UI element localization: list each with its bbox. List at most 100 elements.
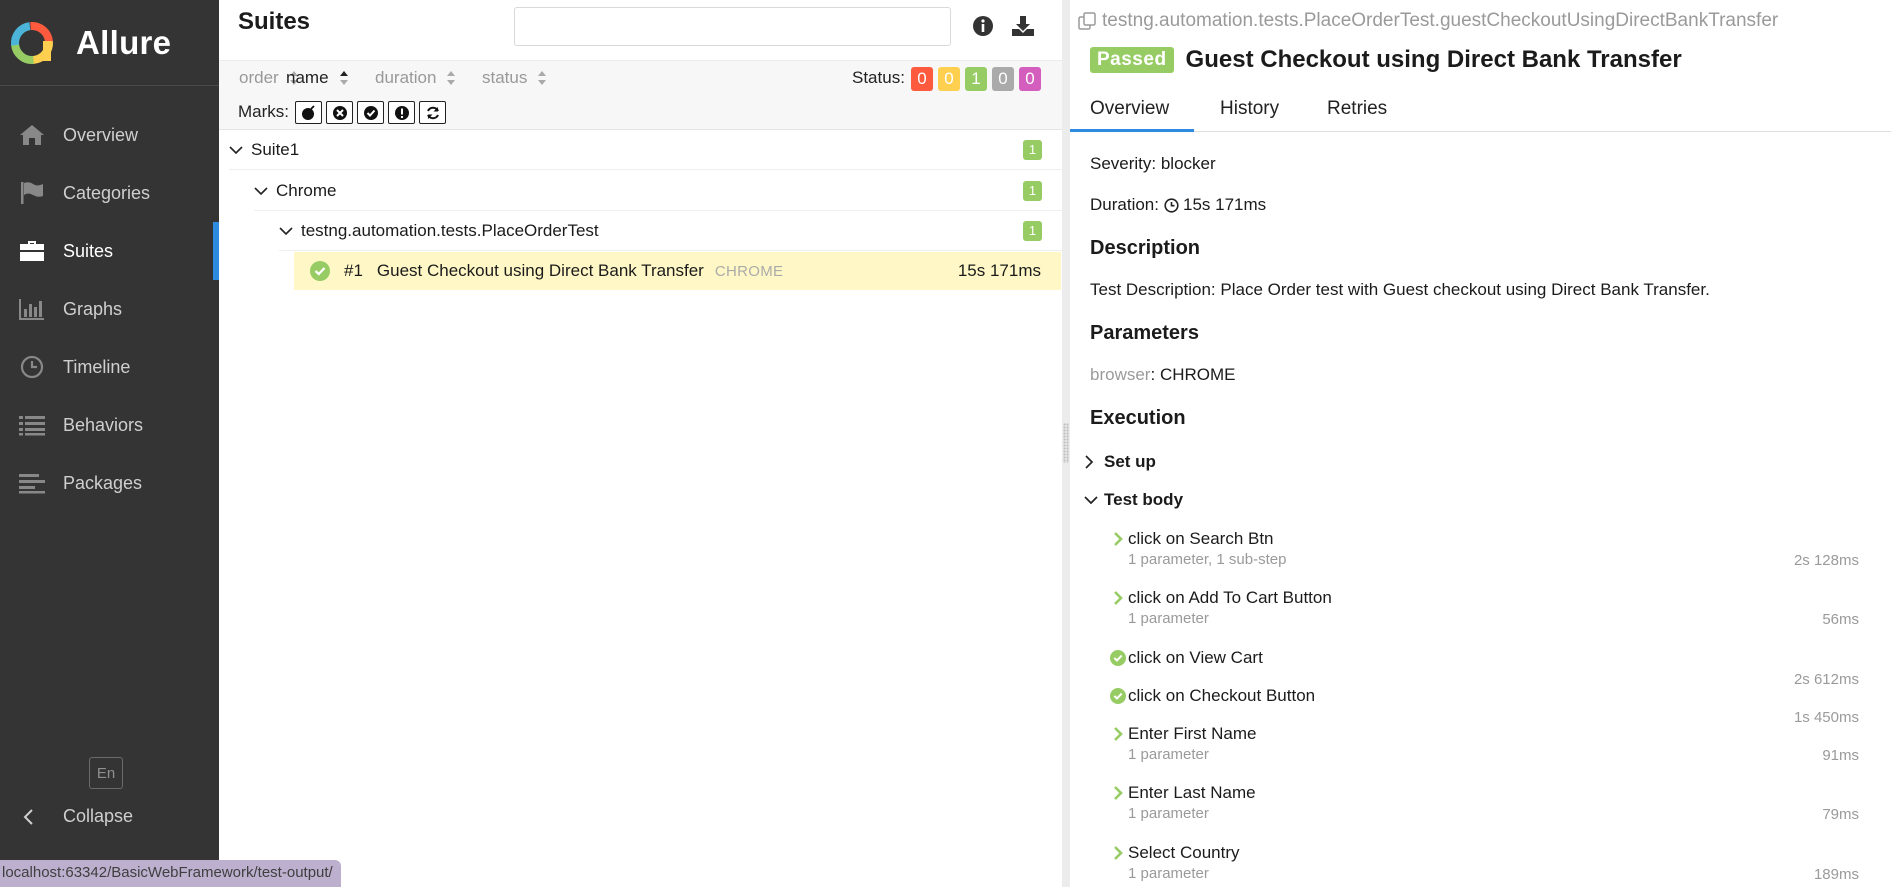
allure-logo [10, 21, 53, 64]
sort-by-duration[interactable]: duration [375, 68, 456, 88]
tab-overview[interactable]: Overview [1090, 98, 1169, 120]
sidebar-item-label: Categories [63, 182, 151, 203]
collapse-button[interactable]: Collapse [22, 806, 133, 827]
exclamation-circle-icon [394, 105, 409, 120]
step-row[interactable]: click on View Cart 2s 612ms [1110, 648, 1875, 688]
sort-by-status[interactable]: status [482, 68, 547, 88]
step-row[interactable]: Enter First Name 1 parameter 91ms [1110, 724, 1875, 769]
step-duration: 56ms [1822, 611, 1859, 628]
mark-new-failed-button[interactable] [326, 101, 353, 124]
check-circle-icon [310, 261, 330, 281]
briefcase-icon [17, 238, 47, 264]
stage-label: Set up [1104, 452, 1156, 471]
tree-node-suite[interactable]: Suite1 1 [229, 130, 1062, 170]
sort-by-name[interactable]: name [286, 68, 349, 88]
mark-new-passed-button[interactable] [357, 101, 384, 124]
sidebar-item-label: Packages [63, 472, 143, 493]
search-input[interactable] [514, 7, 951, 46]
step-name: click on Search Btn [1128, 529, 1274, 548]
tree-node-browser[interactable]: Chrome 1 [254, 171, 1062, 211]
mark-flaky-button[interactable] [295, 101, 322, 124]
sort-label: duration [375, 68, 437, 87]
step-name: click on View Cart [1128, 648, 1263, 667]
chevron-right-icon [1110, 726, 1126, 742]
clock-icon [17, 354, 47, 380]
chevron-right-icon [1110, 590, 1126, 606]
step-row[interactable]: Enter Last Name 1 parameter 79ms [1110, 783, 1875, 828]
sidebar-item-categories[interactable]: Categories [0, 164, 219, 222]
brand[interactable]: Allure [0, 0, 219, 86]
status-filter-failed[interactable]: 0 [911, 67, 933, 91]
marks-label: Marks: [238, 102, 289, 121]
browser-status-url: localhost:63342/BasicWebFramework/test-o… [0, 860, 341, 887]
chevron-right-icon [1110, 845, 1126, 861]
test-path-text: testng.automation.tests.PlaceOrderTest.g… [1102, 10, 1779, 31]
sidebar-item-packages[interactable]: Packages [0, 454, 219, 512]
check-circle-icon [1110, 650, 1126, 666]
copy-icon[interactable] [1078, 12, 1096, 30]
home-icon [17, 122, 47, 148]
download-icon[interactable] [1011, 14, 1035, 38]
step-duration: 91ms [1822, 747, 1859, 764]
sidebar-item-graphs[interactable]: Graphs [0, 280, 219, 338]
tab-history[interactable]: History [1220, 98, 1279, 120]
check-circle-icon [363, 105, 378, 120]
mark-new-broken-button[interactable] [388, 101, 415, 124]
times-circle-icon [332, 105, 347, 120]
sort-row: order name duration status Status: [219, 61, 1062, 96]
chevron-left-icon [22, 808, 42, 826]
status-filter-unknown[interactable]: 0 [1019, 67, 1041, 91]
step-duration: 79ms [1822, 806, 1859, 823]
sidebar-item-suites[interactable]: Suites [0, 222, 219, 280]
tab-retries[interactable]: Retries [1327, 98, 1387, 120]
tree-node-label: testng.automation.tests.PlaceOrderTest [301, 220, 599, 240]
collapse-label: Collapse [63, 806, 134, 826]
duration-row: Duration: 15s 171ms [1090, 195, 1266, 215]
sidebar-item-overview[interactable]: Overview [0, 106, 219, 164]
status-filter-broken[interactable]: 0 [938, 67, 960, 91]
step-duration: 2s 128ms [1793, 552, 1859, 569]
step-subtitle: 1 parameter [1128, 610, 1209, 627]
chevron-down-icon [229, 145, 245, 155]
parameter-key: browser [1090, 365, 1151, 384]
sort-arrows-icon [446, 70, 456, 86]
stage-test-body[interactable]: Test body [1084, 490, 1183, 510]
step-row[interactable]: click on Checkout Button 1s 450ms [1110, 686, 1875, 726]
step-row[interactable]: click on Add To Cart Button 1 parameter … [1110, 588, 1875, 633]
stage-label: Test body [1104, 490, 1184, 509]
chevron-right-icon [1110, 785, 1126, 801]
sidebar-item-label: Overview [63, 124, 139, 145]
sidebar-item-label: Behaviors [63, 414, 144, 435]
status-filter-skipped[interactable]: 0 [992, 67, 1014, 91]
stage-setup[interactable]: Set up [1084, 452, 1156, 472]
tree-node-class[interactable]: testng.automation.tests.PlaceOrderTest 1 [279, 211, 1062, 251]
sidebar-nav: Overview Categories Suites Graphs Timeli… [0, 86, 219, 512]
test-case-duration: 15s 171ms [957, 261, 1041, 280]
sidebar-item-behaviors[interactable]: Behaviors [0, 396, 219, 454]
chevron-down-icon [254, 186, 270, 196]
parameter-row: browser: CHROME [1090, 365, 1236, 385]
step-name: click on Add To Cart Button [1128, 588, 1332, 607]
align-left-icon [17, 470, 47, 496]
status-filter-passed[interactable]: 1 [965, 67, 987, 91]
sidebar-item-label: Timeline [63, 356, 131, 377]
suites-pane: Suites order name duration status Status… [219, 0, 1062, 887]
active-tab-indicator [1070, 129, 1194, 132]
sort-label: order [239, 68, 279, 87]
check-circle-icon [1110, 688, 1126, 704]
step-name: Enter First Name [1128, 724, 1257, 743]
info-icon[interactable] [971, 14, 995, 38]
duration-value: 15s 171ms [1182, 195, 1267, 214]
status-filter-label: Status: [852, 68, 905, 87]
language-button[interactable]: En [89, 757, 123, 789]
step-row[interactable]: Select Country 1 parameter 189ms [1110, 843, 1875, 887]
step-row[interactable]: click on Search Btn 1 parameter, 1 sub-s… [1110, 529, 1875, 574]
test-full-path[interactable]: testng.automation.tests.PlaceOrderTest.g… [1078, 10, 1778, 32]
test-case-row[interactable]: #1 Guest Checkout using Direct Bank Tran… [294, 252, 1061, 290]
splitter-grip-icon[interactable] [1063, 423, 1069, 463]
sidebar-item-timeline[interactable]: Timeline [0, 338, 219, 396]
tree-node-label: Chrome [276, 180, 337, 200]
sidebar: Allure Overview Categories Suites Graphs [0, 0, 219, 887]
step-name: Enter Last Name [1128, 783, 1256, 802]
mark-retries-button[interactable] [419, 101, 446, 124]
